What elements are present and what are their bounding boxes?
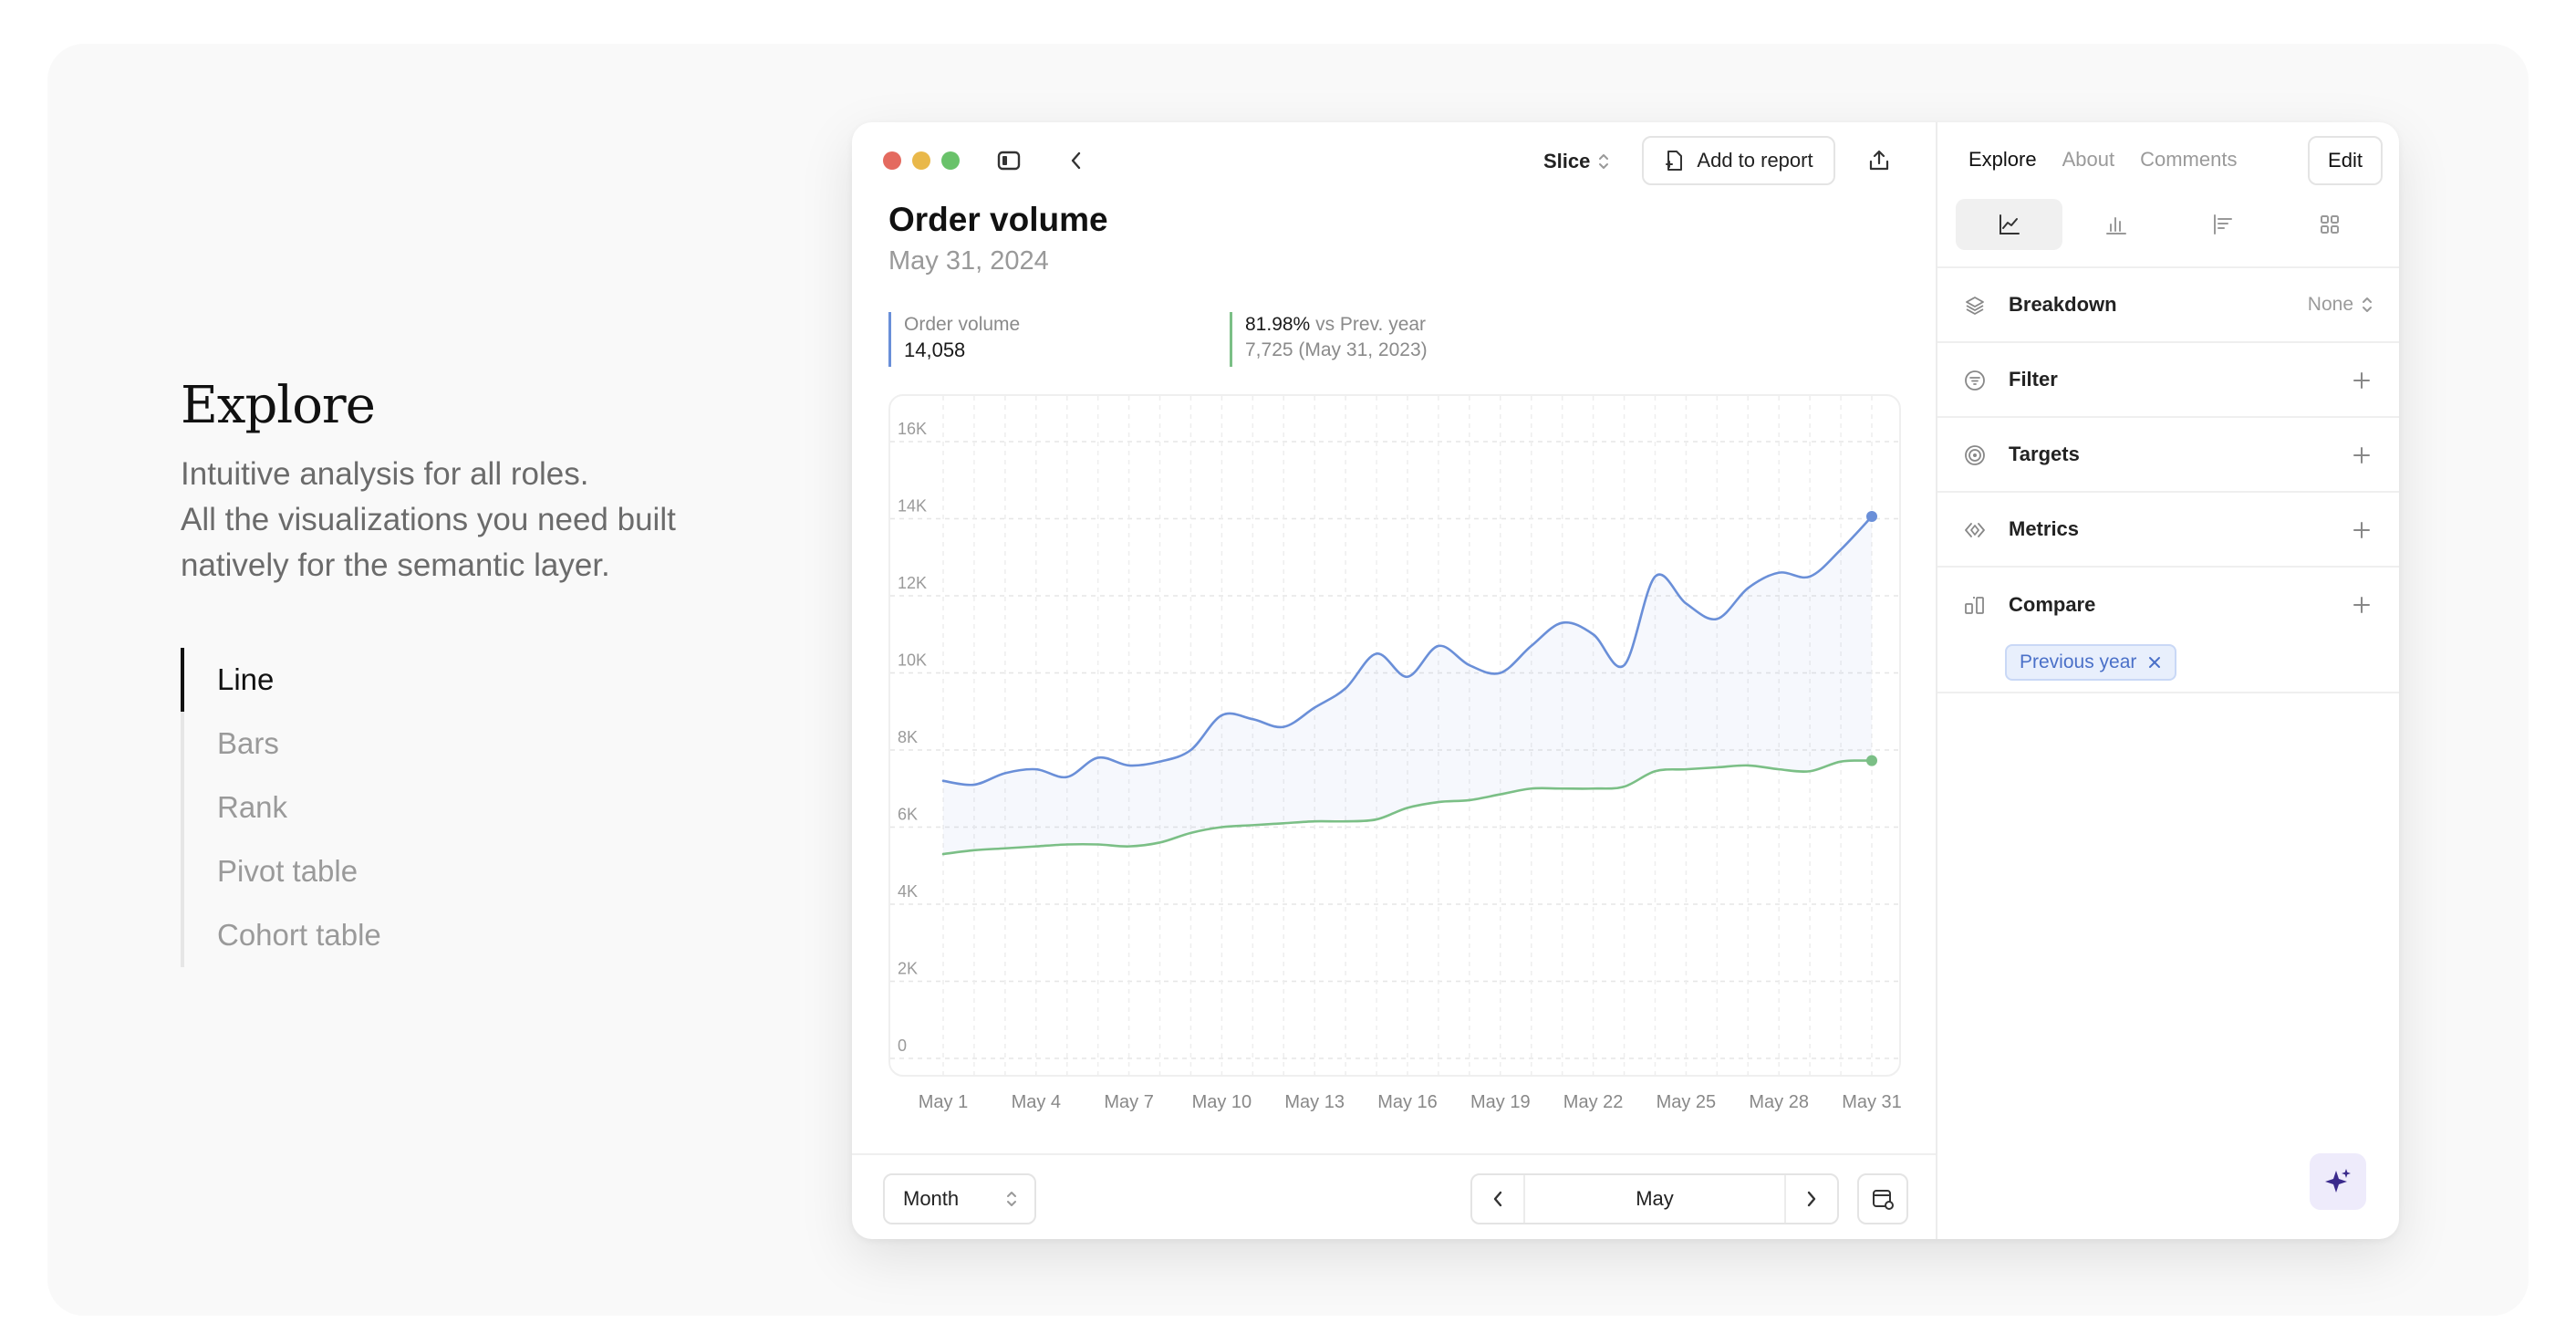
breakdown-value: None [2307, 294, 2353, 315]
updown-chevron-icon [1007, 1192, 1016, 1206]
report-date: May 31, 2024 [888, 246, 1049, 276]
x-tick-label: May 31 [1842, 1092, 1902, 1112]
share-icon[interactable] [1864, 146, 1894, 175]
app-window: Slice Add to report Order volume May 31,… [852, 122, 2399, 1239]
window-minimize-dot[interactable] [912, 151, 930, 170]
layers-icon [1963, 294, 1987, 318]
targets-label: Targets [2009, 443, 2080, 465]
change-label: vs Prev. year [1315, 314, 1427, 335]
calendar-settings-icon [1873, 1190, 1894, 1210]
bar-chart-icon [2105, 217, 2126, 234]
add-metric-icon[interactable] [2350, 518, 2373, 542]
add-target-icon[interactable] [2350, 443, 2373, 467]
bottom-bar: Month May [852, 1153, 1936, 1239]
hero-title: Explore [181, 376, 376, 435]
add-compare-icon[interactable] [2350, 593, 2373, 617]
breakdown-label: Breakdown [2009, 293, 2117, 316]
change-percent: 81.98% [1245, 314, 1311, 335]
x-tick-label: May 25 [1657, 1092, 1717, 1112]
window-maximize-dot[interactable] [941, 151, 960, 170]
metric-label: Order volume [904, 314, 1021, 335]
add-to-report-button[interactable]: Add to report [1642, 136, 1835, 185]
sparkle-icon [2325, 1169, 2351, 1193]
metric-value: 14,058 [904, 339, 966, 361]
compare-icon [1963, 593, 1987, 617]
main-pane: Slice Add to report Order volume May 31,… [852, 122, 1936, 1239]
x-tick-label: May 10 [1192, 1092, 1252, 1112]
updown-chevron-icon [2363, 297, 2372, 312]
compare-label: Compare [2009, 593, 2096, 616]
metrics-icon [1963, 518, 1987, 542]
compare-stat: 81.98% vs Prev. year 7,725 (May 31, 2023… [1230, 312, 1428, 367]
hero-section: Explore Intuitive analysis for all roles… [181, 376, 764, 589]
metrics-label: Metrics [2009, 517, 2080, 540]
metrics-section[interactable]: Metrics [1937, 491, 2399, 566]
chart-container [888, 394, 1901, 1077]
x-tick-label: May 19 [1470, 1092, 1531, 1112]
targets-section[interactable]: Targets [1937, 416, 2399, 491]
viz-type-row [1956, 199, 2383, 250]
sidebar-toggle-icon[interactable] [996, 148, 1022, 173]
mode-list: Line Bars Rank Pivot table Cohort table [181, 648, 381, 967]
previous-value: 7,725 (May 31, 2023) [1245, 339, 1428, 360]
edit-button[interactable]: Edit [2308, 136, 2383, 185]
slice-dropdown[interactable]: Slice [1543, 146, 1610, 177]
chevron-right-icon [1807, 1191, 1816, 1207]
hero-line-1: Intuitive analysis for all roles. [181, 456, 589, 492]
hero-line-2: All the visualizations you need built [181, 502, 676, 537]
x-tick-label: May 1 [919, 1092, 968, 1112]
breakdown-select[interactable]: None [2308, 294, 2373, 316]
viz-bars-button[interactable] [2062, 199, 2169, 250]
viz-rank-button[interactable] [2169, 199, 2276, 250]
hero-line-3: natively for the semantic layer. [181, 547, 610, 583]
add-to-report-label: Add to report [1697, 149, 1813, 172]
side-panel: Explore About Comments Edit Breakdown No… [1936, 122, 2399, 1239]
slice-label: Slice [1543, 150, 1591, 172]
chevron-left-icon [1493, 1191, 1502, 1207]
filter-section[interactable]: Filter [1937, 341, 2399, 416]
tab-comments[interactable]: Comments [2140, 148, 2237, 172]
mode-cohort-table[interactable]: Cohort table [184, 903, 381, 967]
ai-assistant-button[interactable] [2310, 1153, 2366, 1210]
x-tick-label: May 13 [1284, 1092, 1345, 1112]
report-add-icon [1666, 151, 1683, 171]
compare-chip-label: Previous year [2020, 651, 2137, 672]
line-chart-icon [1999, 214, 2020, 234]
breakdown-section[interactable]: Breakdown None [1937, 266, 2399, 341]
x-tick-label: May 22 [1563, 1092, 1624, 1112]
date-settings-button[interactable] [1857, 1173, 1908, 1224]
target-icon [1963, 443, 1987, 467]
filter-icon [1963, 369, 1987, 392]
tab-about[interactable]: About [2062, 148, 2115, 172]
compare-chip-previous-year[interactable]: Previous year [2005, 644, 2177, 681]
rank-icon [2213, 214, 2232, 234]
x-tick-label: May 28 [1749, 1092, 1809, 1112]
updown-chevron-icon [1599, 154, 1609, 169]
x-tick-label: May 16 [1377, 1092, 1438, 1112]
mode-pivot-table[interactable]: Pivot table [184, 839, 381, 903]
viz-grid-button[interactable] [2276, 199, 2383, 250]
metric-stat: Order volume 14,058 [888, 312, 1020, 367]
window-close-dot[interactable] [883, 151, 901, 170]
mode-line[interactable]: Line [181, 648, 381, 712]
close-icon[interactable] [2147, 655, 2162, 670]
filter-label: Filter [2009, 368, 2058, 391]
viz-line-button[interactable] [1956, 199, 2062, 250]
back-chevron-icon[interactable] [1064, 148, 1089, 173]
x-tick-label: May 4 [1012, 1092, 1061, 1112]
period-pager: May [1470, 1173, 1839, 1224]
side-tabs: Explore About Comments [1968, 148, 2237, 172]
prev-period-button[interactable] [1472, 1175, 1523, 1223]
mode-rank[interactable]: Rank [184, 776, 381, 839]
add-filter-icon[interactable] [2350, 369, 2373, 392]
x-tick-label: May 7 [1104, 1092, 1153, 1112]
mode-bars[interactable]: Bars [184, 712, 381, 776]
period-value[interactable]: May [1523, 1175, 1786, 1223]
granularity-select[interactable]: Month [883, 1173, 1036, 1224]
report-title: Order volume [888, 201, 1108, 238]
grid-icon [2320, 215, 2339, 234]
granularity-value: Month [903, 1187, 960, 1210]
next-period-button[interactable] [1786, 1175, 1837, 1223]
tab-explore[interactable]: Explore [1968, 148, 2037, 172]
